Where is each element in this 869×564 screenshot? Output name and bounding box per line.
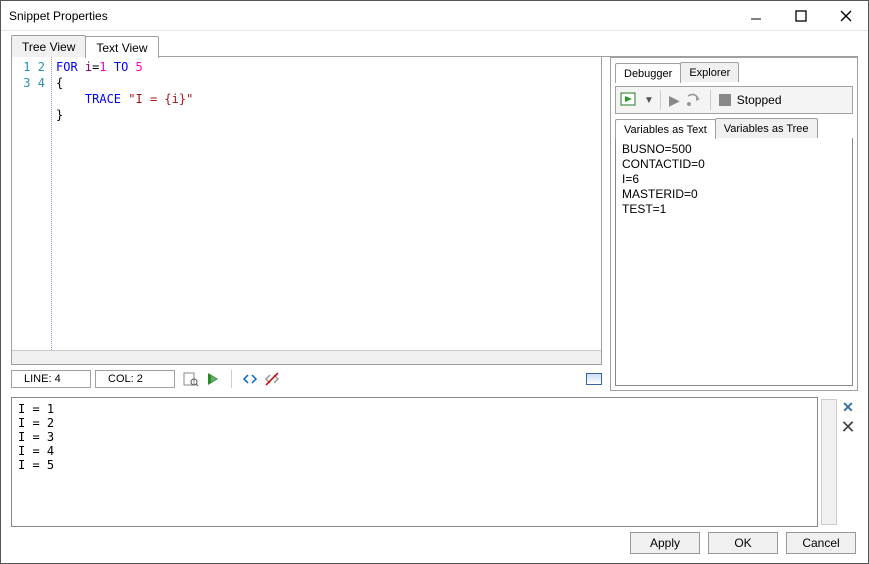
content: Tree View Text View 1 2 3 4 FOR i=1 TO 5… (1, 31, 868, 563)
editor-panel: 1 2 3 4 FOR i=1 TO 5 { TRACE "I = {i}" } (11, 57, 602, 365)
tab-debugger[interactable]: Debugger (615, 63, 681, 83)
output-side (818, 397, 838, 527)
window-title: Snippet Properties (9, 9, 733, 23)
status-icons (183, 370, 280, 388)
tab-explorer[interactable]: Explorer (680, 62, 739, 82)
right-panel: Debugger Explorer ▼ ▶ Stopped Variables … (610, 57, 858, 391)
status-col: COL: 2 (95, 370, 175, 388)
find-icon[interactable] (183, 371, 199, 387)
panel-toggle-icon[interactable] (586, 373, 602, 385)
workarea: 1 2 3 4 FOR i=1 TO 5 { TRACE "I = {i}" }… (11, 57, 858, 391)
separator (231, 370, 232, 388)
cancel-button[interactable]: Cancel (786, 532, 856, 554)
apply-button[interactable]: Apply (630, 532, 700, 554)
close-button[interactable] (823, 1, 868, 30)
editor-hscrollbar[interactable] (12, 350, 601, 364)
debug-run-dropdown[interactable]: ▼ (644, 95, 652, 106)
status-bar: LINE: 4 COL: 2 (11, 367, 602, 391)
code-tag-disabled-icon[interactable] (264, 371, 280, 387)
main-tabs: Tree View Text View (11, 35, 858, 57)
separator (660, 90, 661, 110)
maximize-button[interactable] (778, 1, 823, 30)
debug-continue-button[interactable]: ▶ (669, 92, 680, 109)
debug-stop-button[interactable] (719, 94, 731, 106)
tab-vars-text[interactable]: Variables as Text (615, 119, 716, 139)
variables-text[interactable]: BUSNO=500 CONTACTID=0 I=6 MASTERID=0 TES… (615, 138, 853, 386)
code-tag-icon[interactable] (242, 371, 258, 387)
debug-run-button[interactable] (620, 90, 638, 111)
dialog-buttons: Apply OK Cancel (11, 527, 858, 555)
titlebar: Snippet Properties (1, 1, 868, 31)
window: Snippet Properties Tree View Text View 1… (0, 0, 869, 564)
output-close-icon[interactable]: ✕ (840, 420, 855, 434)
status-line: LINE: 4 (11, 370, 91, 388)
output-vscrollbar[interactable] (821, 399, 837, 525)
minimize-button[interactable] (733, 1, 778, 30)
output-buttons: ✕ ✕ (838, 397, 858, 527)
line-gutter: 1 2 3 4 (12, 57, 52, 350)
tab-tree-view[interactable]: Tree View (11, 35, 86, 57)
ok-button[interactable]: OK (708, 532, 778, 554)
output-dismiss-icon[interactable]: ✕ (842, 399, 854, 416)
output-panel: I = 1 I = 2 I = 3 I = 4 I = 5 ✕ ✕ (11, 397, 858, 527)
output-text[interactable]: I = 1 I = 2 I = 3 I = 4 I = 5 (11, 397, 818, 527)
variable-tabs: Variables as Text Variables as Tree (615, 118, 853, 138)
debug-toolbar: ▼ ▶ Stopped (615, 86, 853, 114)
tab-text-view[interactable]: Text View (85, 36, 158, 58)
separator (710, 90, 711, 110)
code-editor[interactable]: 1 2 3 4 FOR i=1 TO 5 { TRACE "I = {i}" } (12, 57, 601, 350)
tab-vars-tree[interactable]: Variables as Tree (715, 118, 818, 138)
run-icon[interactable] (205, 371, 221, 387)
window-controls (733, 1, 868, 30)
debug-status: Stopped (737, 93, 782, 107)
code-area[interactable]: FOR i=1 TO 5 { TRACE "I = {i}" } (52, 57, 601, 350)
right-tabs: Debugger Explorer (615, 62, 853, 82)
debug-step-button[interactable] (686, 92, 702, 108)
